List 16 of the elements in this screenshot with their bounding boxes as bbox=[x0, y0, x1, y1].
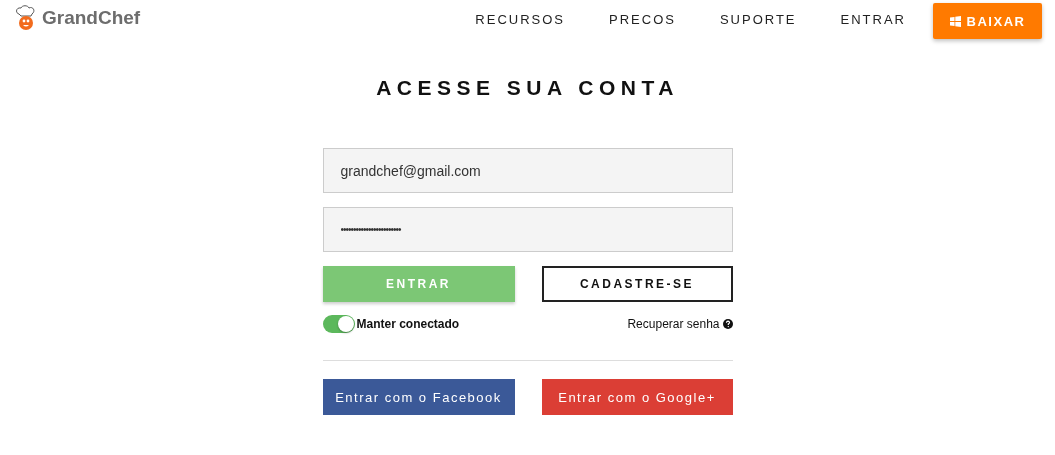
signup-button[interactable]: CADASTRE-SE bbox=[541, 266, 733, 302]
help-icon bbox=[722, 319, 733, 329]
page-title: ACESSE SUA CONTA bbox=[376, 76, 679, 100]
email-field[interactable]: grandchef@gmail.com bbox=[322, 148, 733, 193]
nav-link[interactable]: RECURSOS bbox=[475, 0, 566, 40]
nav-link[interactable]: SUPORTE bbox=[719, 0, 797, 40]
facebook-login-button[interactable]: Entrar com o Facebook bbox=[322, 379, 515, 415]
keep-connected-label: Manter conectado bbox=[356, 317, 460, 331]
recover-password-link[interactable]: Recuperar senha bbox=[627, 317, 720, 331]
toggle-switch[interactable] bbox=[322, 315, 355, 333]
nav-link[interactable]: PRECOS bbox=[609, 0, 676, 40]
logo-text[interactable]: GrandChef bbox=[42, 7, 141, 29]
nav-link[interactable]: ENTRAR bbox=[840, 0, 906, 40]
google-login-button[interactable]: Entrar com o Google+ bbox=[541, 379, 733, 415]
windows-icon bbox=[949, 15, 961, 27]
password-field[interactable]: •••••••••••••••••••••••• bbox=[322, 207, 733, 252]
